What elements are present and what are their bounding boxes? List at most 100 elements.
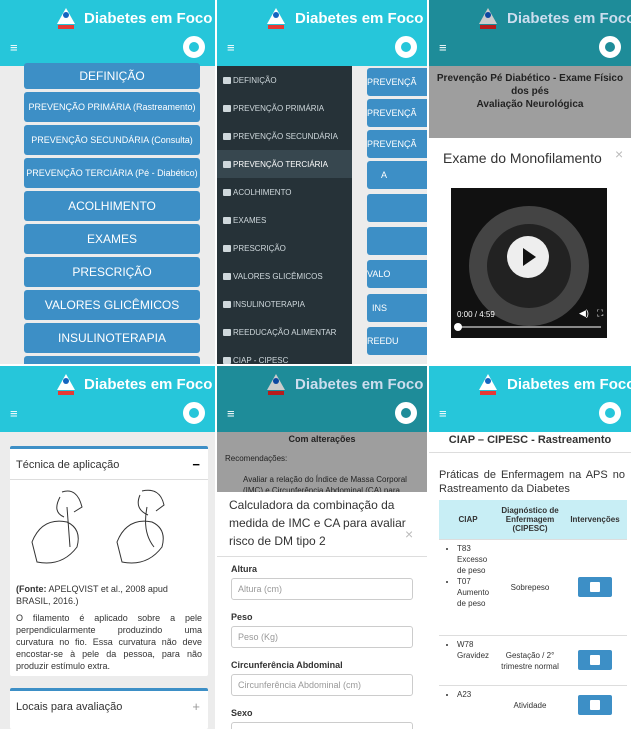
app-header: Diabetes em Foco ≡ — [429, 0, 631, 66]
sidebar-item[interactable]: DEFINIÇÃO — [217, 66, 352, 94]
sidebar-item[interactable]: VALORES GLICÊMICOS — [217, 262, 352, 290]
intervention-cell — [563, 636, 627, 686]
intervention-cell — [563, 540, 627, 636]
hamburger-icon[interactable]: ≡ — [227, 40, 235, 55]
menu-button[interactable] — [367, 194, 427, 222]
menu-button[interactable]: PREVENÇÃO TERCIÁRIA (Pé - Diabético) — [24, 158, 200, 188]
panel-menu: Diabetes em Foco ≡ DEFINIÇÃO PREVENÇÃO PR… — [0, 0, 215, 364]
calculator-modal: Calculadora da combinação da medida de I… — [217, 492, 427, 729]
menu-button[interactable]: PREVENÇÃ — [367, 99, 427, 127]
sidebar-item[interactable]: PREVENÇÃO TERCIÁRIA — [217, 150, 352, 178]
table-header-row: CIAP Diagnóstico de Enfermagem (CIPESC) In… — [439, 500, 627, 540]
sidebar-item[interactable]: PRESCRIÇÃO — [217, 234, 352, 262]
hamburger-icon[interactable]: ≡ — [227, 406, 235, 421]
sidebar-item-label: DEFINIÇÃO — [233, 75, 277, 85]
sidebar-item[interactable]: REEDUCAÇÃO ALIMENTAR — [217, 318, 352, 346]
diagnosis-cell: Sobrepeso — [510, 583, 550, 592]
menu-item-icon — [223, 132, 231, 140]
add-intervention-button[interactable] — [578, 694, 612, 715]
ciap-cell: W78 Gravidez — [439, 636, 497, 686]
fullscreen-icon[interactable]: ⛶ — [597, 308, 603, 319]
video-player[interactable]: 0:00 / 4:59 ◀) ⛶ — [451, 188, 607, 338]
volume-icon[interactable]: ◀) — [579, 308, 589, 319]
locations-card[interactable]: Locais para avaliação + — [10, 688, 208, 729]
hamburger-icon[interactable]: ≡ — [439, 40, 447, 55]
menu-button[interactable]: VALORES GLICÊMICOS — [24, 290, 200, 320]
menu-button[interactable]: PREVENÇÃ — [367, 68, 427, 96]
add-intervention-button[interactable] — [578, 576, 612, 597]
info-icon[interactable] — [599, 402, 621, 424]
sidebar: DEFINIÇÃO PREVENÇÃO PRIMÁRIA PREVENÇÃO SEC… — [217, 66, 352, 364]
ciap-table: CIAP Diagnóstico de Enfermagem (CIPESC) In… — [439, 500, 627, 726]
calculator-input[interactable]: Altura (cm) — [231, 578, 413, 600]
sidebar-item[interactable]: EXAMES — [217, 206, 352, 234]
logo-icon — [265, 6, 287, 32]
sidebar-item[interactable]: PREVENÇÃO SECUNDÁRIA — [217, 122, 352, 150]
info-icon[interactable] — [183, 402, 205, 424]
progress-bar[interactable] — [454, 323, 601, 331]
diagnosis-cell: Gestação / 2° trimestre normal — [501, 650, 559, 671]
field-label: Peso — [231, 612, 253, 622]
menu-button[interactable]: DEFINIÇÃO — [24, 63, 200, 89]
menu-button[interactable]: INSULINOTERAPIA — [24, 323, 200, 353]
ciap-code: T83 Excesso de peso — [457, 543, 494, 576]
menu-button[interactable]: PRESCRIÇÃO — [24, 257, 200, 287]
menu-button[interactable]: INS — [367, 294, 427, 322]
menu-button[interactable]: A — [367, 161, 427, 189]
plus-icon — [590, 581, 600, 592]
sidebar-item-label: PREVENÇÃO PRIMÁRIA — [233, 103, 325, 113]
app-title: Diabetes em Foco — [507, 376, 631, 393]
hamburger-icon[interactable]: ≡ — [439, 406, 447, 421]
page-heading: CIAP – CIPESC - Rastreamento — [448, 434, 612, 446]
menu-item-icon — [223, 328, 231, 336]
sidebar-item-label: CIAP - CIPESC — [233, 355, 289, 365]
sidebar-item-label: VALORES GLICÊMICOS — [233, 271, 323, 281]
plus-icon — [590, 654, 600, 665]
ciap-cell: A23 — [439, 686, 497, 726]
menu-button[interactable] — [367, 227, 427, 255]
sidebar-item[interactable]: INSULINOTERAPIA — [217, 290, 352, 318]
sidebar-item[interactable]: ACOLHIMENTO — [217, 178, 352, 206]
hamburger-icon[interactable]: ≡ — [10, 40, 18, 55]
app-title: Diabetes em Foco — [84, 10, 213, 27]
monofilament-illustration — [31, 489, 165, 564]
sidebar-item[interactable]: CIAP - CIPESC — [217, 346, 352, 364]
info-icon[interactable] — [183, 36, 205, 58]
calculator-input[interactable]: Peso (Kg) — [231, 626, 413, 648]
menu-button[interactable]: REEDUCAÇÃO ALIMENTAR — [24, 356, 200, 364]
menu-button[interactable]: PREVENÇÃO SECUNDÁRIA (Consulta) — [24, 125, 200, 155]
menu-button[interactable]: VALO — [367, 260, 427, 288]
calculator-input[interactable]: Circunferência Abdominal (cm) — [231, 674, 413, 696]
menu-button[interactable]: ACOLHIMENTO — [24, 191, 200, 221]
add-intervention-button[interactable] — [578, 649, 612, 670]
sidebar-item-label: INSULINOTERAPIA — [233, 299, 306, 309]
sidebar-item[interactable]: PREVENÇÃO PRIMÁRIA — [217, 94, 352, 122]
ciap-list: A23 — [449, 689, 494, 700]
hamburger-icon[interactable]: ≡ — [10, 406, 18, 421]
sidebar-item-label: PREVENÇÃO SECUNDÁRIA — [233, 131, 338, 141]
sidebar-item-label: REEDUCAÇÃO ALIMENTAR — [233, 327, 337, 337]
menu-button[interactable]: EXAMES — [24, 224, 200, 254]
app-title: Diabetes em Foco — [84, 376, 213, 393]
expand-icon[interactable]: + — [192, 699, 200, 714]
menu-button[interactable]: PREVENÇÃ — [367, 130, 427, 158]
app-title: Diabetes em Foco — [295, 376, 424, 393]
panel-video-modal: Diabetes em Foco ≡ Prevenção Pé Diabétic… — [429, 0, 631, 364]
app-header: Diabetes em Foco ≡ — [0, 366, 215, 432]
ciap-code: W78 Gravidez — [457, 639, 494, 661]
source-text: (Fonte: APELQVIST et al., 2008 apud BRAS… — [16, 583, 202, 607]
info-icon[interactable] — [599, 36, 621, 58]
info-icon[interactable] — [395, 402, 417, 424]
menu-item-icon — [223, 76, 231, 84]
close-icon[interactable]: × — [405, 526, 413, 542]
app-header: Diabetes em Foco ≡ — [217, 366, 427, 432]
info-icon[interactable] — [395, 36, 417, 58]
menu-button[interactable]: PREVENÇÃO PRIMÁRIA (Rastreamento) — [24, 92, 200, 122]
collapse-icon[interactable]: − — [192, 457, 200, 472]
menu-button[interactable]: REEDU — [367, 327, 427, 355]
calculator-input[interactable] — [231, 722, 413, 729]
play-button[interactable] — [507, 236, 549, 278]
progress-handle[interactable] — [454, 323, 462, 331]
close-icon[interactable]: × — [615, 146, 623, 162]
app-header: Diabetes em Foco ≡ — [217, 0, 427, 66]
